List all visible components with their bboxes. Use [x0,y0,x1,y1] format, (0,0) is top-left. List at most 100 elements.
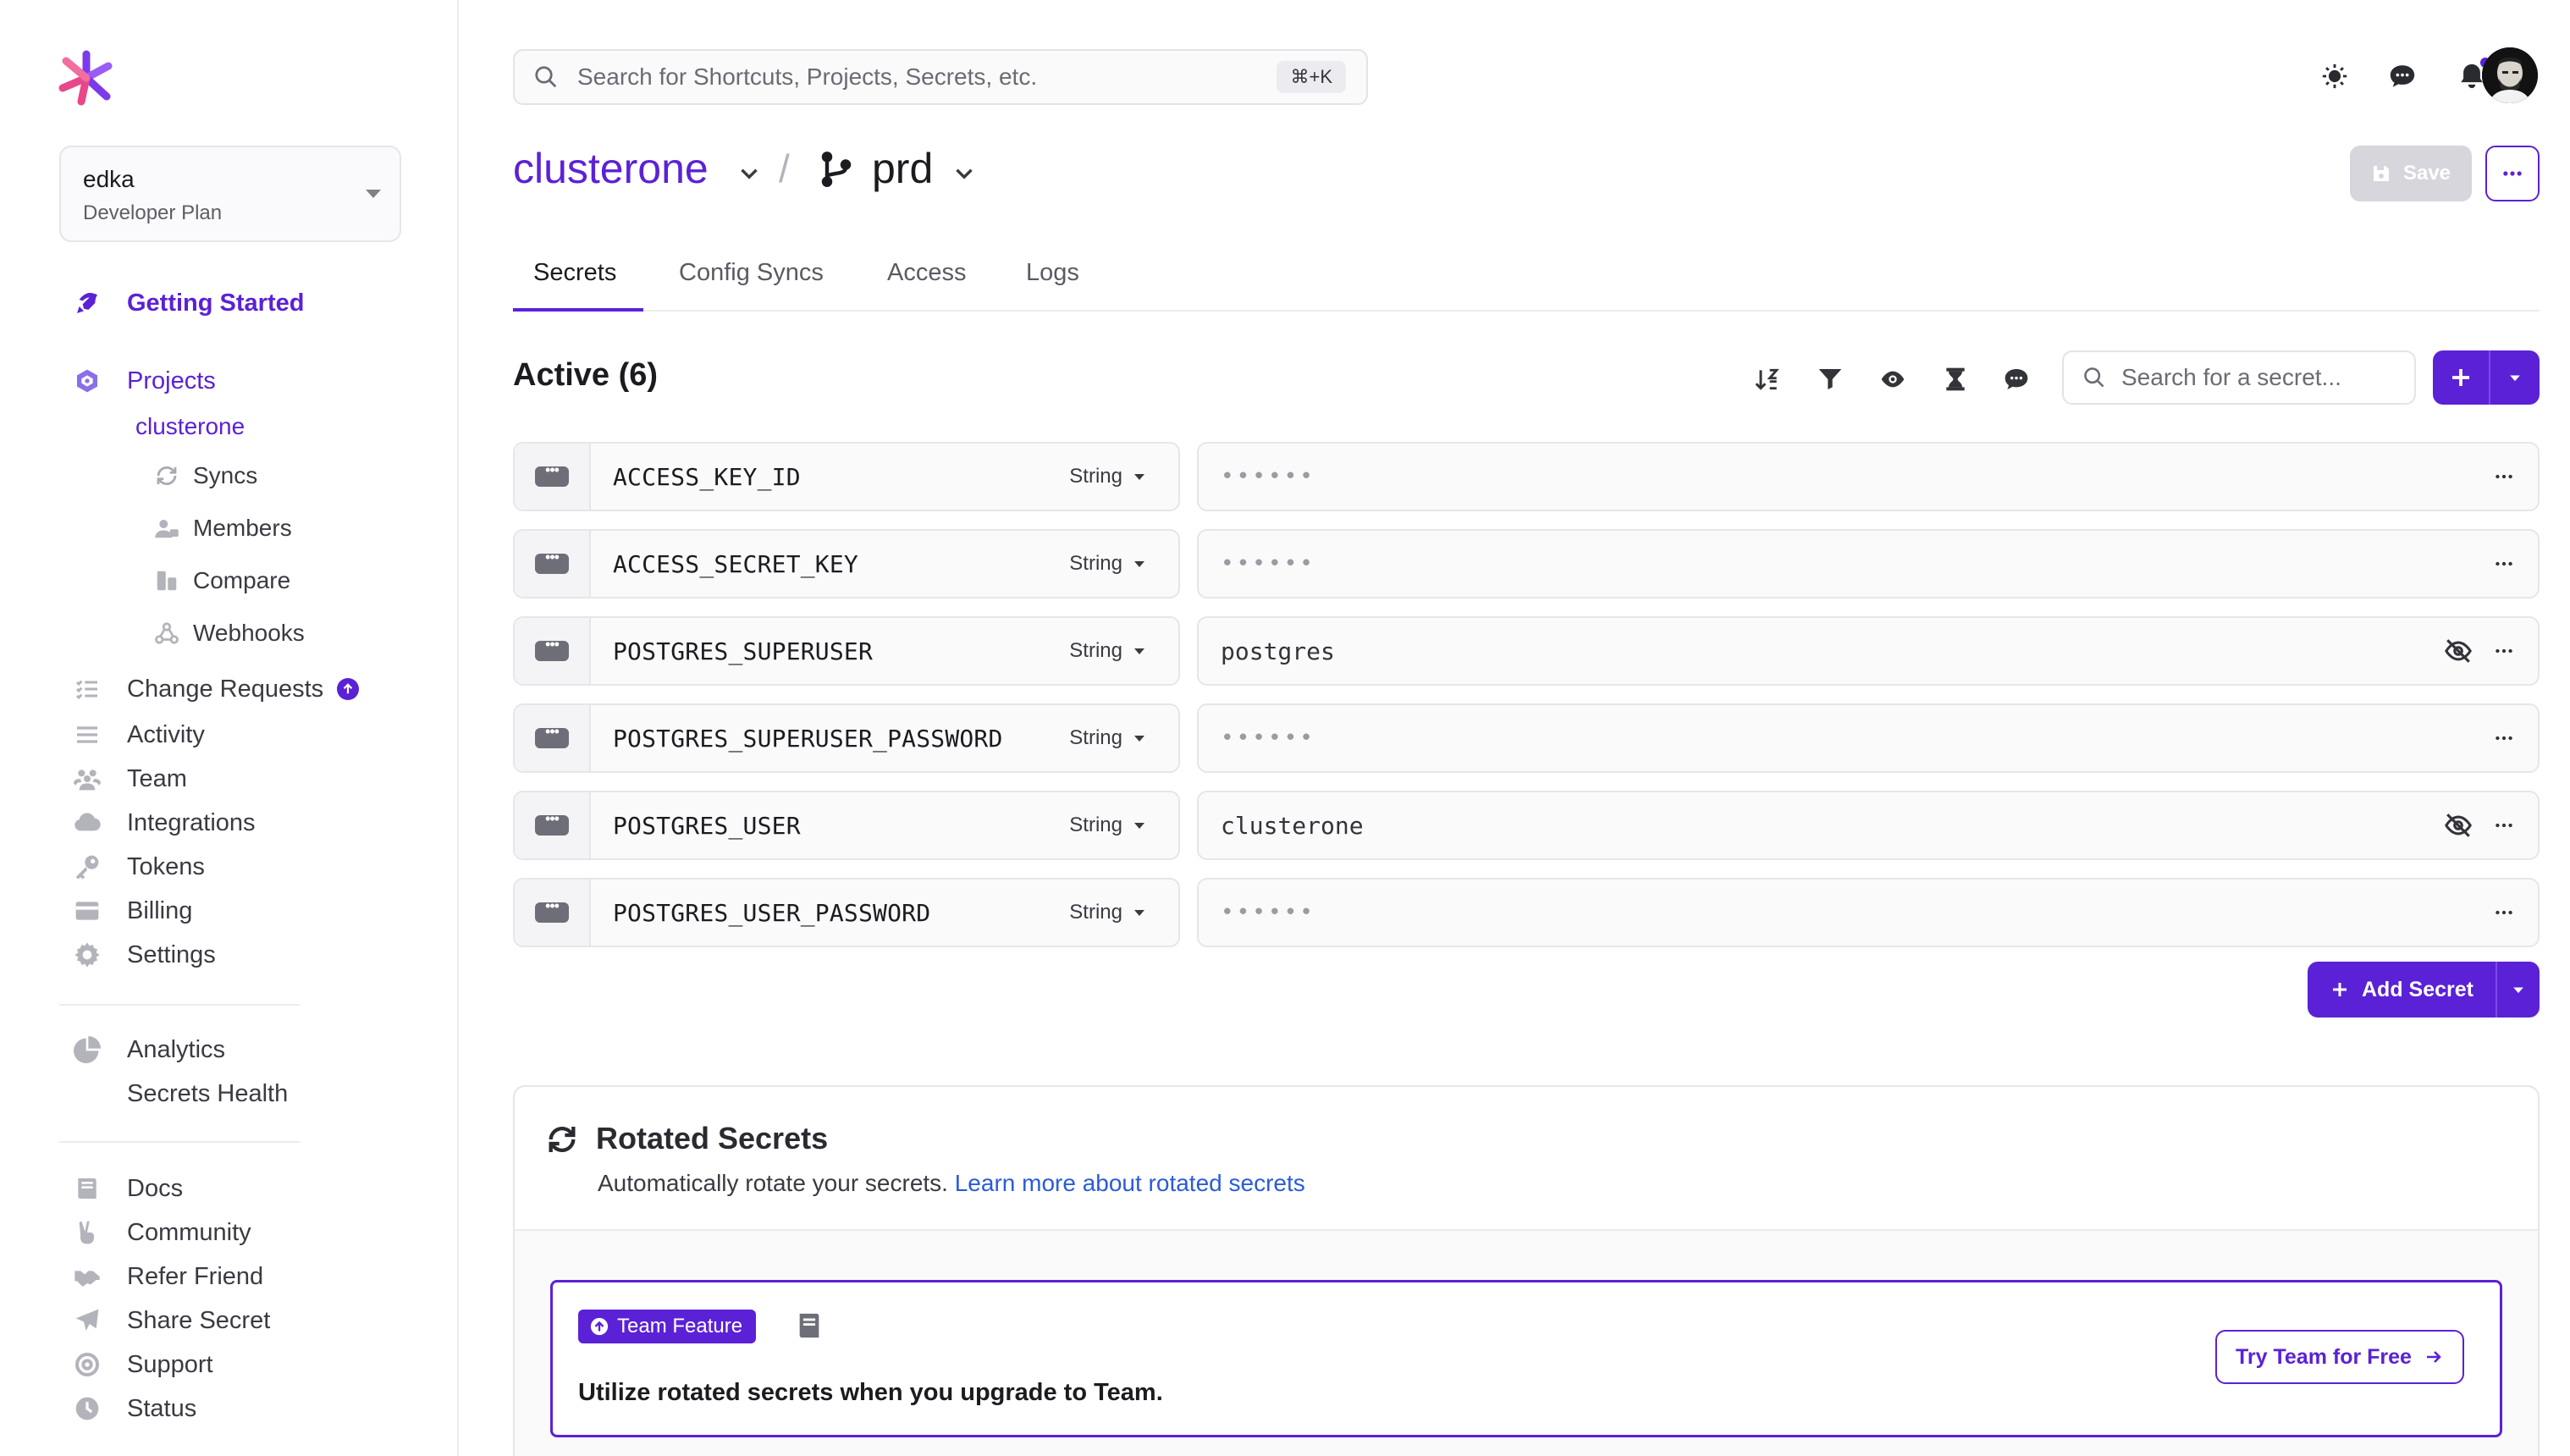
secret-key-name[interactable]: ACCESS_SECRET_KEY [613,550,1069,578]
nav-billing[interactable]: Billing [73,892,192,929]
history-button[interactable] [1939,362,1972,396]
secret-type-select[interactable]: String [1069,813,1144,837]
nav-secrets-health[interactable]: Secrets Health [127,1075,288,1112]
secret-search[interactable] [2062,350,2416,405]
secret-value-masked[interactable]: •••••• [1221,551,2487,576]
secret-key-name[interactable]: POSTGRES_SUPERUSER_PASSWORD [613,725,1069,753]
row-more-button[interactable] [2487,896,2521,929]
project-selector[interactable]: clusterone [513,144,709,193]
secret-type-select[interactable]: String [1069,465,1144,488]
workspace-switcher[interactable]: edka Developer Plan [59,146,401,242]
nav-project-clusterone[interactable]: clusterone [135,408,245,445]
secret-search-input[interactable] [2121,364,2392,391]
secret-key-name[interactable]: POSTGRES_SUPERUSER [613,637,1069,665]
nav-members[interactable]: Members [152,510,292,547]
chevron-down-icon[interactable] [950,159,979,188]
secret-type-select[interactable]: String [1069,901,1144,924]
nav-compare[interactable]: Compare [152,562,290,599]
secret-value-masked[interactable]: •••••• [1221,464,2487,489]
secret-type-select[interactable]: String [1069,726,1144,750]
doppler-logo[interactable] [56,47,117,108]
nav-change-requests[interactable]: Change Requests [73,670,360,708]
drag-handle[interactable] [515,618,591,684]
nav-team[interactable]: Team [73,760,187,797]
add-secret-button[interactable]: Add Secret [2308,962,2540,1018]
add-secret-main[interactable]: Add Secret [2308,962,2497,1018]
tab-access[interactable]: Access [887,259,966,287]
add-secret-top-button[interactable] [2433,350,2490,405]
drag-handle[interactable] [515,880,591,946]
secret-row: POSTGRES_USER_PASSWORD String •••••• [513,878,2540,947]
secret-key-name[interactable]: POSTGRES_USER [613,812,1069,840]
sort-button[interactable] [1751,362,1784,396]
nav-settings[interactable]: Settings [73,936,216,973]
nav-getting-started[interactable]: Getting Started [73,284,304,322]
add-secret-dropdown[interactable] [2497,962,2540,1018]
row-more-button[interactable] [2487,721,2521,755]
drag-handle[interactable] [515,531,591,597]
tab-config-syncs[interactable]: Config Syncs [679,259,824,287]
workspace-plan: Developer Plan [83,201,223,224]
secret-type-select[interactable]: String [1069,552,1144,576]
theme-toggle[interactable] [2318,59,2352,93]
nav-community[interactable]: Community [73,1214,251,1251]
book-icon[interactable] [795,1311,824,1340]
filter-button[interactable] [1813,362,1847,396]
nav-activity[interactable]: Activity [73,716,205,753]
tab-secrets[interactable]: Secrets [533,259,616,287]
more-options-button[interactable] [2485,146,2540,201]
add-secret-split-button[interactable] [2433,350,2540,405]
secret-key-field: ACCESS_KEY_ID String [513,442,1180,511]
peace-hand-icon [73,1218,102,1247]
reveal-all-button[interactable] [1876,362,1910,396]
drag-handle[interactable] [515,705,591,771]
nav-refer-friend[interactable]: Refer Friend [73,1258,263,1295]
secret-row: ACCESS_SECRET_KEY String •••••• [513,529,2540,598]
hide-value-button[interactable] [2441,808,2475,842]
add-secret-menu-button[interactable] [2490,350,2540,405]
secret-row: ACCESS_KEY_ID String •••••• [513,442,2540,511]
nav-share-secret[interactable]: Share Secret [73,1302,270,1339]
nav-integrations[interactable]: Integrations [73,804,256,841]
row-more-button[interactable] [2487,634,2521,668]
secret-value-masked[interactable]: •••••• [1221,725,2487,751]
nav-syncs[interactable]: Syncs [152,457,257,494]
learn-more-link[interactable]: Learn more about rotated secrets [955,1170,1305,1196]
sidebar: edka Developer Plan Getting Started Proj… [0,0,459,1456]
nav-docs[interactable]: Docs [73,1170,183,1207]
secret-type-select[interactable]: String [1069,639,1144,663]
avatar[interactable] [2482,47,2538,103]
row-more-button[interactable] [2487,808,2521,842]
ellipsis-icon [2496,561,2512,566]
nav-projects[interactable]: Projects [73,362,216,400]
drag-handle[interactable] [515,792,591,858]
nav-webhooks[interactable]: Webhooks [152,615,305,652]
chevron-down-icon[interactable] [735,159,764,188]
clock-icon [73,1394,102,1423]
nav-tokens[interactable]: Tokens [73,848,205,885]
comments-button[interactable] [1999,362,2033,396]
nav-support[interactable]: Support [73,1346,213,1383]
credit-card-icon [73,896,102,925]
row-more-button[interactable] [2487,460,2521,494]
caret-down-icon [366,190,381,198]
secret-value[interactable]: postgres [1221,637,2441,665]
save-button[interactable]: Save [2350,146,2472,201]
environment-selector[interactable]: prd [872,144,933,193]
secret-value[interactable]: clusterone [1221,812,2441,840]
feedback-button[interactable] [2385,59,2419,93]
secret-key-name[interactable]: POSTGRES_USER_PASSWORD [613,899,1069,927]
nav-syncs-label: Syncs [193,462,258,488]
tab-logs[interactable]: Logs [1026,259,1079,287]
drag-handle[interactable] [515,444,591,510]
global-search[interactable]: Search for Shortcuts, Projects, Secrets,… [513,49,1368,105]
nav-status[interactable]: Status [73,1390,196,1427]
rotated-secrets-title: Rotated Secrets [596,1121,829,1155]
row-more-button[interactable] [2487,547,2521,581]
nav-analytics[interactable]: Analytics [73,1031,225,1068]
nav-refer-friend-label: Refer Friend [127,1262,264,1290]
try-team-button[interactable]: Try Team for Free [2215,1330,2464,1384]
hide-value-button[interactable] [2441,634,2475,668]
secret-value-masked[interactable]: •••••• [1221,900,2487,925]
secret-key-name[interactable]: ACCESS_KEY_ID [613,463,1069,491]
